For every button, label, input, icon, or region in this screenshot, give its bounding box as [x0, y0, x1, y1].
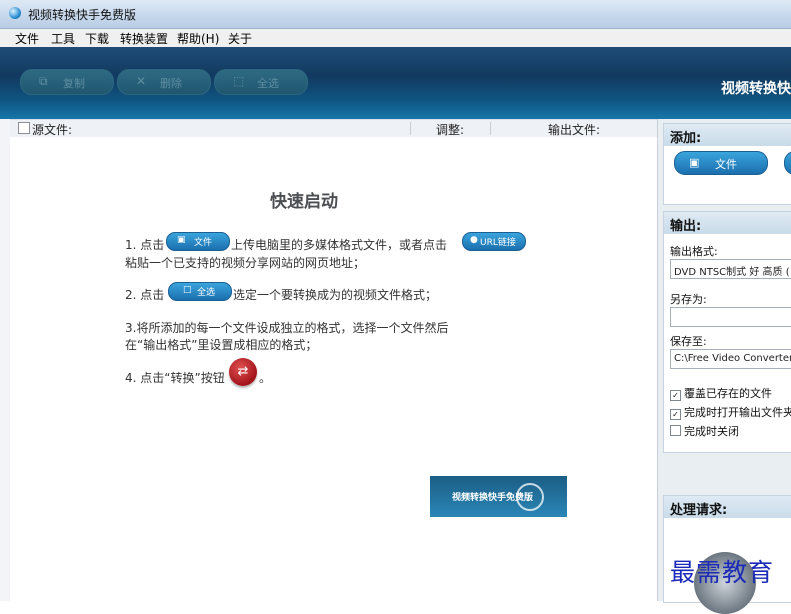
- select-all-checkbox[interactable]: [18, 122, 30, 134]
- window-title: 视频转换快手免费版: [28, 8, 137, 22]
- save-to-input[interactable]: C:\Free Video Converter f: [670, 349, 791, 369]
- menu-help[interactable]: 帮助(H): [177, 30, 219, 47]
- delete-icon: ✕: [136, 74, 147, 88]
- menu-download[interactable]: 下载: [85, 30, 109, 47]
- process-section-header: 处理请求:: [664, 496, 791, 518]
- add-file-button[interactable]: ▣ 文件: [674, 151, 768, 175]
- shutdown-checkbox[interactable]: 完成时关闭: [670, 423, 739, 439]
- menu-file[interactable]: 文件: [15, 30, 39, 47]
- column-divider: [410, 122, 411, 135]
- select-all-icon: □: [183, 285, 192, 295]
- step1-file-button[interactable]: ▣ 文件: [166, 232, 230, 251]
- delete-button[interactable]: ✕ 删除: [117, 69, 211, 95]
- film-icon: ▣: [689, 156, 700, 169]
- quick-start-title: 快速启动: [270, 192, 338, 212]
- logo-ring-icon: [516, 483, 544, 511]
- step4-text: 。: [259, 371, 272, 385]
- save-to-label: 保存至:: [670, 335, 707, 348]
- column-adjust[interactable]: 调整:: [436, 121, 464, 138]
- right-panel: 添加: ▣ 文件 输出: 输出格式: DVD NTSC制式 好 高质 ( 另存为…: [657, 119, 791, 603]
- copy-icon: ⧉: [39, 74, 48, 88]
- step2-select-all-button[interactable]: □ 全选: [168, 282, 232, 301]
- step1-text: 1. 点击: [125, 238, 165, 252]
- select-all-button[interactable]: ⬚ 全选: [214, 69, 308, 95]
- menu-bar: 文件 工具 下载 转换装置 帮助(H) 关于: [0, 29, 791, 48]
- app-icon: [9, 7, 21, 19]
- column-output[interactable]: 输出文件:: [548, 121, 600, 138]
- output-format-select[interactable]: DVD NTSC制式 好 高质 (: [670, 259, 791, 279]
- column-divider: [490, 122, 491, 135]
- select-all-icon: ⬚: [233, 74, 245, 88]
- step1-text: 粘贴一个已支持的视频分享网站的网页地址；: [125, 256, 366, 270]
- add-section-header: 添加:: [664, 124, 791, 146]
- menu-convert-device[interactable]: 转换装置: [120, 30, 168, 47]
- menu-tools[interactable]: 工具: [51, 30, 75, 47]
- output-format-label: 输出格式:: [670, 245, 718, 258]
- check-icon: ✓: [670, 390, 681, 401]
- link-icon: ●: [470, 235, 478, 245]
- title-bar: 视频转换快手免费版: [0, 0, 791, 29]
- output-section: 输出: 输出格式: DVD NTSC制式 好 高质 ( 另存为: 保存至: C:…: [663, 211, 791, 453]
- save-as-label: 另存为:: [670, 293, 707, 306]
- step1-text: 上传电脑里的多媒体格式文件，或者点击: [231, 238, 448, 252]
- output-section-header: 输出:: [664, 212, 791, 234]
- open-folder-checkbox[interactable]: ✓ 完成时打开输出文件夹: [670, 404, 791, 420]
- quick-start-area: 快速启动 1. 点击 ▣ 文件 上传电脑里的多媒体格式文件，或者点击 ● URL…: [10, 137, 657, 601]
- check-icon: ✓: [670, 409, 681, 420]
- promo-banner[interactable]: 视频转换快手免费版: [430, 476, 567, 517]
- copy-button[interactable]: ⧉ 复制: [20, 69, 114, 95]
- toolbar: ⧉ 复制 ✕ 删除 ⬚ 全选: [0, 47, 791, 119]
- add-url-button[interactable]: [784, 151, 791, 175]
- column-source[interactable]: 源文件:: [32, 121, 72, 138]
- watermark: 最需教育: [670, 558, 775, 587]
- step3-text: 3.将所添加的每一个文件设成独立的格式，选择一个文件然后: [125, 321, 449, 335]
- menu-about[interactable]: 关于: [228, 30, 252, 47]
- brand-title: 视频转换快: [721, 81, 791, 97]
- step2-text: 选定一个要转换成为的视频文件格式；: [233, 288, 438, 302]
- step1-url-button[interactable]: ● URL链接: [462, 232, 526, 251]
- file-list-header: 源文件: 调整: 输出文件:: [10, 119, 657, 138]
- film-icon: ▣: [177, 235, 186, 245]
- step3-text: 在“输出格式”里设置成相应的格式；: [125, 338, 318, 352]
- convert-icon[interactable]: ⇄: [229, 358, 257, 386]
- step2-text: 2. 点击: [125, 288, 165, 302]
- save-as-input[interactable]: [670, 307, 791, 327]
- overwrite-checkbox[interactable]: ✓ 覆盖已存在的文件: [670, 385, 772, 401]
- step4-text: 4. 点击“转换”按钮: [125, 371, 225, 385]
- add-section: 添加: ▣ 文件: [663, 123, 791, 205]
